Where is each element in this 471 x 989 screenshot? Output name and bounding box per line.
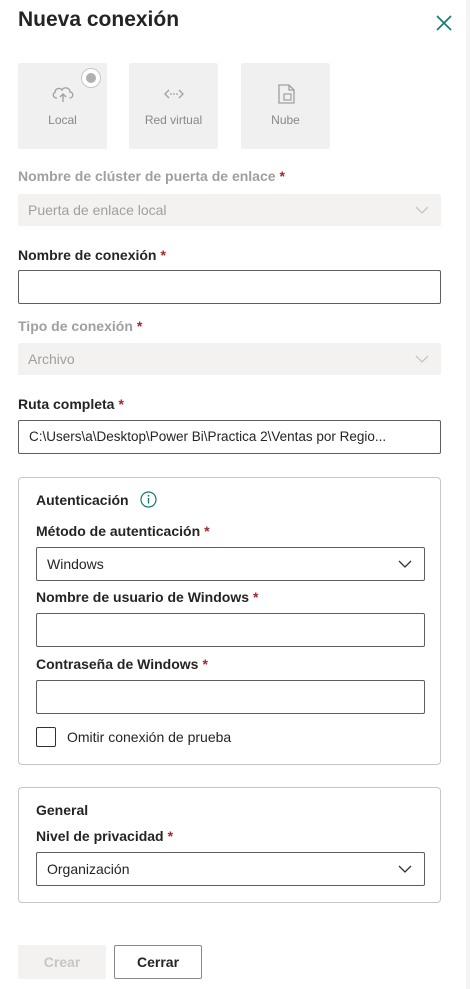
tile-label: Red virtual [144, 113, 203, 127]
full-path-input[interactable]: C:\Users\a\Desktop\Power Bi\Practica 2\V… [18, 420, 441, 454]
chevron-down-icon [415, 343, 429, 375]
auth-method-label: Método de autenticación * [36, 523, 210, 539]
gateway-label: Nombre de clúster de puerta de enlace * [18, 168, 285, 184]
cloud-file-icon [241, 83, 330, 105]
auth-method-select[interactable]: Windows [36, 547, 425, 581]
full-path-label: Ruta completa * [18, 396, 124, 412]
tile-virtual-network[interactable]: Red virtual [129, 63, 218, 149]
connection-type-select: Archivo [18, 343, 441, 375]
tile-local[interactable]: Local [18, 63, 107, 149]
general-title: General [36, 802, 89, 818]
connection-type-label: Tipo de conexión * [18, 318, 143, 334]
username-input[interactable] [36, 613, 425, 647]
gateway-select: Puerta de enlace local [18, 194, 441, 226]
chevron-down-icon [415, 194, 429, 226]
chevron-down-icon [398, 853, 412, 885]
skip-test-checkbox[interactable] [36, 727, 56, 747]
tile-label: Local [48, 113, 77, 127]
authentication-section: Autenticación Método de autenticación * W… [18, 477, 441, 765]
auth-title: Autenticación [36, 492, 129, 508]
cloud-upload-icon [18, 83, 107, 105]
close-button[interactable]: Cerrar [114, 945, 202, 979]
skip-test-label: Omitir conexión de prueba [67, 729, 232, 745]
scrollbar[interactable] [466, 0, 470, 989]
password-label: Contraseña de Windows * [36, 656, 208, 672]
privacy-label: Nivel de privacidad * [36, 828, 174, 844]
panel-title: Nueva conexión [18, 8, 180, 31]
username-label: Nombre de usuario de Windows * [36, 589, 259, 605]
create-button[interactable]: Crear [18, 945, 106, 979]
privacy-select[interactable]: Organización [36, 852, 425, 886]
virtual-network-icon [129, 83, 218, 105]
chevron-down-icon [398, 548, 412, 580]
close-icon[interactable] [433, 12, 455, 34]
general-section: General Nivel de privacidad * Organizació… [18, 787, 441, 903]
connection-name-label: Nombre de conexión * [18, 247, 166, 263]
tile-label: Nube [271, 113, 300, 127]
connection-name-input[interactable] [18, 270, 441, 304]
password-input[interactable] [36, 680, 425, 714]
tile-cloud[interactable]: Nube [241, 63, 330, 149]
info-icon[interactable] [140, 491, 157, 513]
